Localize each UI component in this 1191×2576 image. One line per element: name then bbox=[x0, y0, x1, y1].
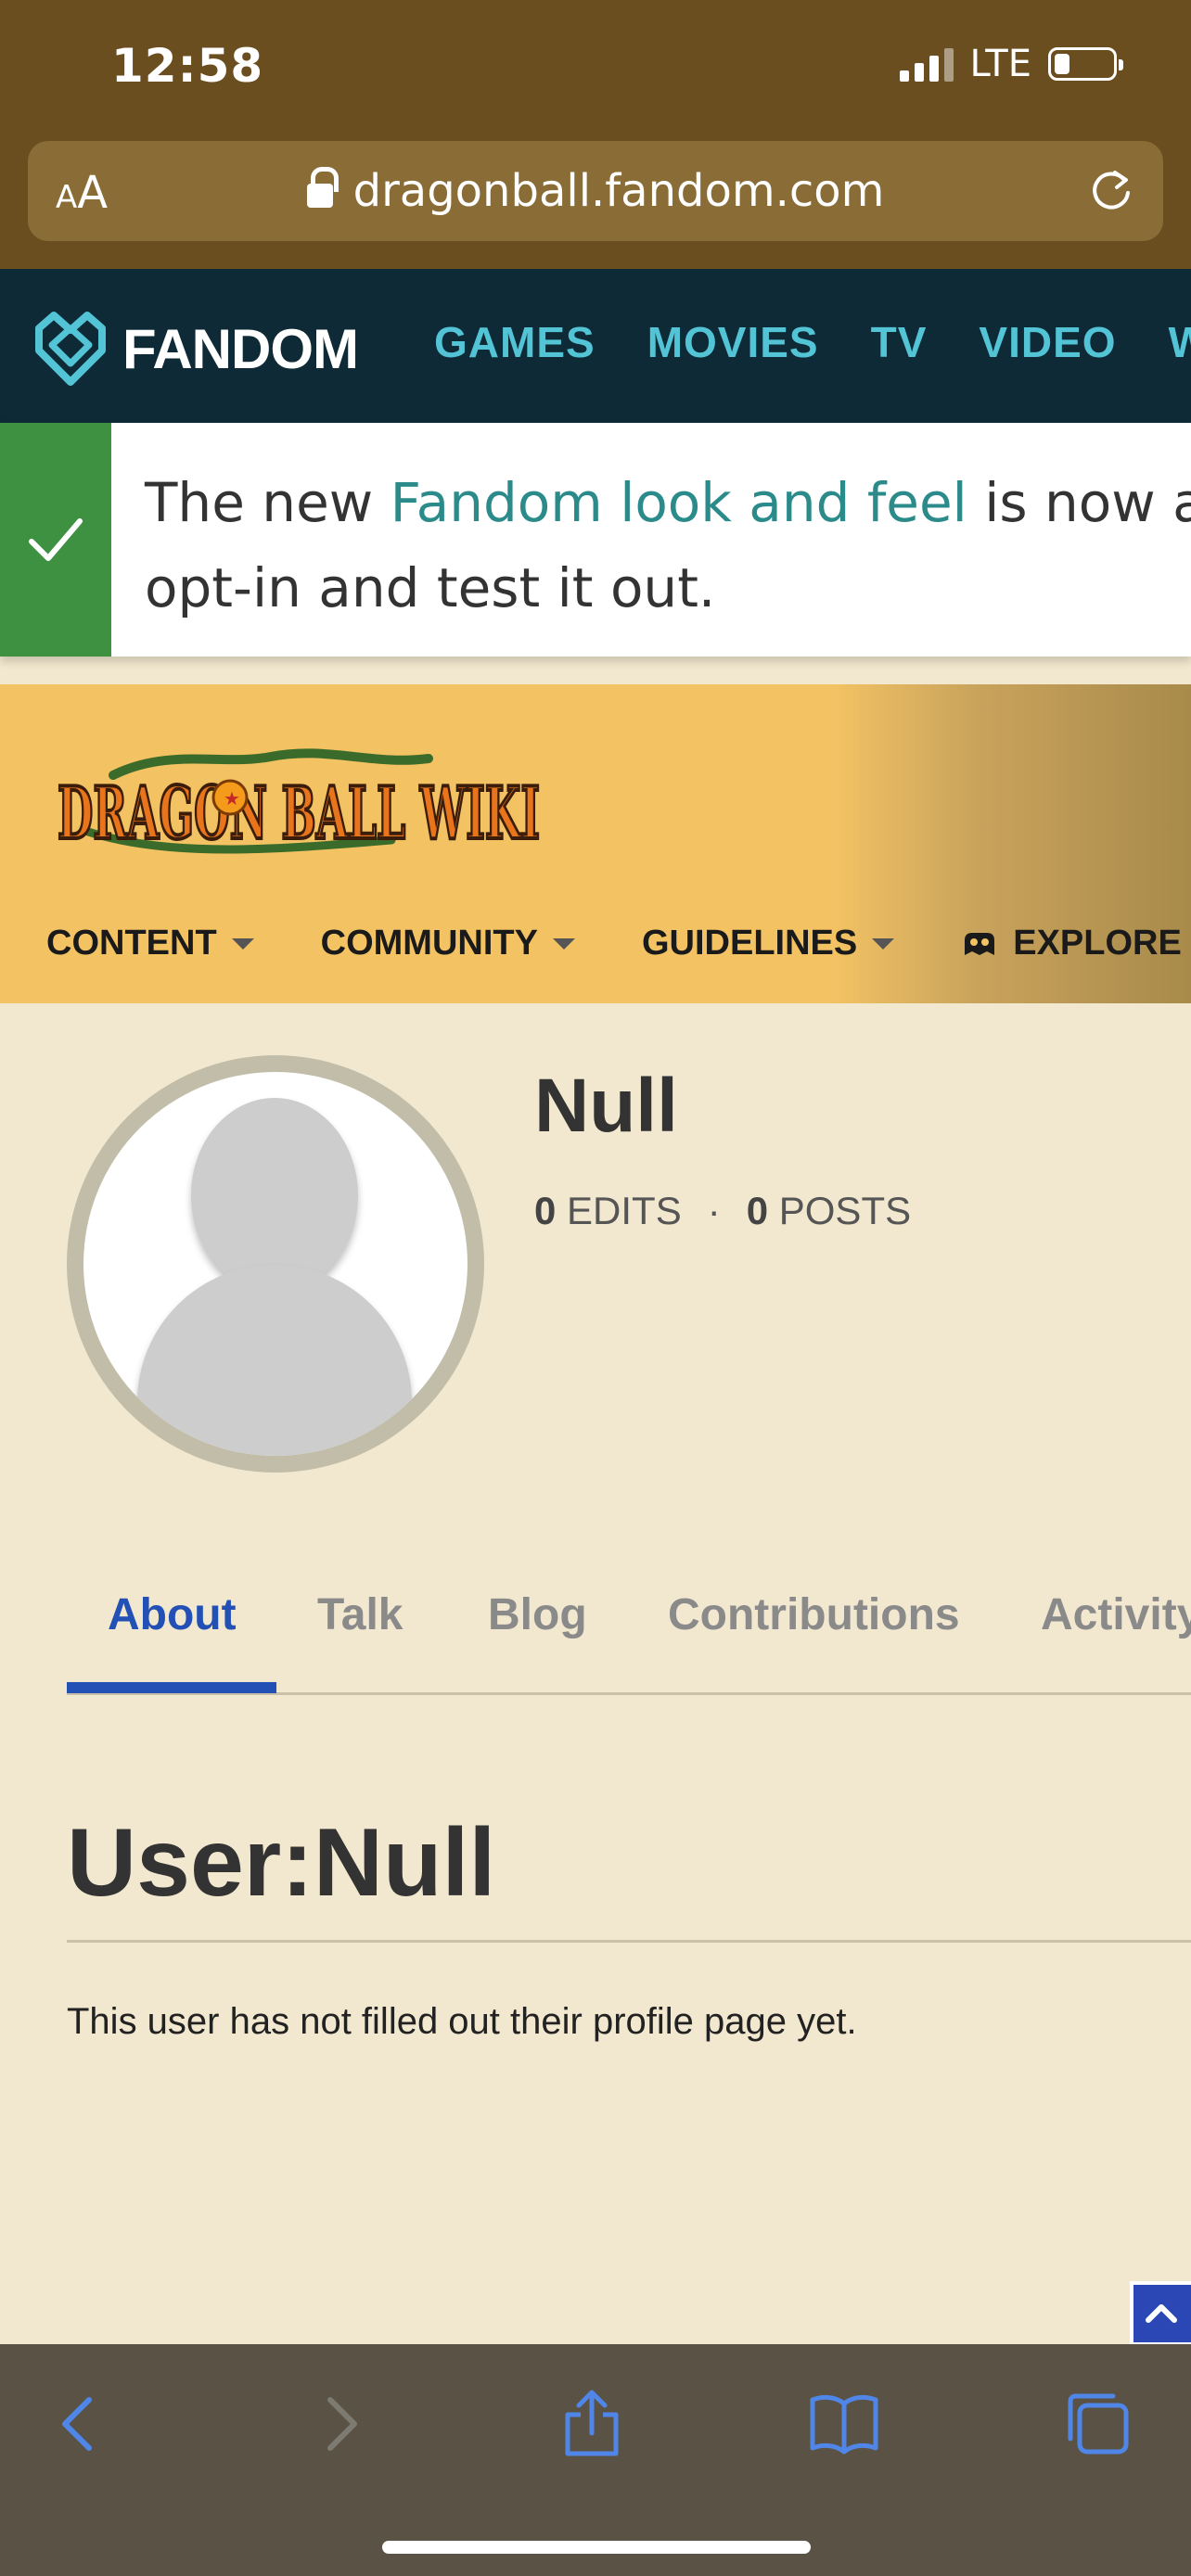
home-indicator bbox=[382, 2541, 811, 2554]
active-tab-indicator bbox=[67, 1682, 276, 1693]
network-label: LTE bbox=[969, 43, 1031, 85]
banner-status bbox=[0, 423, 111, 657]
tab-blog[interactable]: Blog bbox=[488, 1589, 587, 1640]
fandom-wordmark: FANDOM bbox=[122, 317, 359, 380]
new-look-banner: The new Fandom look and feel is now av o… bbox=[0, 423, 1191, 657]
nav-tv[interactable]: TV bbox=[871, 317, 928, 367]
profile-stats: 0 EDITS · 0 POSTS bbox=[534, 1189, 911, 1233]
tabs-icon[interactable] bbox=[1061, 2387, 1135, 2461]
address-bar[interactable]: AA dragonball.fandom.com bbox=[28, 141, 1163, 241]
edits-count[interactable]: 0 EDITS bbox=[534, 1189, 682, 1233]
default-avatar-icon bbox=[83, 1072, 467, 1456]
bookmarks-icon[interactable] bbox=[807, 2387, 881, 2461]
tab-contributions[interactable]: Contributions bbox=[668, 1589, 960, 1640]
avatar bbox=[67, 1055, 484, 1473]
url-text: dragonball.fandom.com bbox=[352, 165, 885, 217]
posts-count[interactable]: 0 POSTS bbox=[747, 1189, 911, 1233]
nav-wiki[interactable]: W bbox=[1169, 317, 1191, 367]
nav-games[interactable]: GAMES bbox=[434, 317, 596, 367]
wiki-local-nav: CONTENT COMMUNITY GUIDELINES EXPLORE bbox=[46, 924, 1191, 963]
menu-guidelines[interactable]: GUIDELINES bbox=[642, 924, 895, 963]
banner-link[interactable]: Fandom look and feel bbox=[391, 471, 967, 534]
page-body-text: This user has not filled out their profi… bbox=[67, 2001, 857, 2042]
checkmark-icon bbox=[29, 518, 83, 561]
menu-community[interactable]: COMMUNITY bbox=[321, 924, 575, 963]
nav-movies[interactable]: MOVIES bbox=[647, 317, 819, 367]
fandom-logo[interactable]: FANDOM bbox=[32, 310, 359, 388]
lock-icon bbox=[306, 167, 339, 208]
menu-explore[interactable]: EXPLORE bbox=[961, 924, 1191, 963]
signal-icon bbox=[899, 46, 954, 82]
page-title: User:Null bbox=[67, 1809, 496, 1917]
banner-message: The new Fandom look and feel is now av o… bbox=[145, 471, 1191, 619]
status-indicators: LTE bbox=[899, 43, 1123, 85]
wiki-header: DRAGON BALL WIKI ★ CONTENT COMMUNITY GUI… bbox=[0, 684, 1191, 1003]
tab-about[interactable]: About bbox=[108, 1589, 237, 1640]
back-icon[interactable] bbox=[43, 2387, 117, 2461]
battery-icon bbox=[1048, 47, 1123, 81]
url-field[interactable]: dragonball.fandom.com bbox=[28, 165, 1163, 217]
svg-text:★: ★ bbox=[224, 789, 240, 810]
nav-video[interactable]: VIDEO bbox=[979, 317, 1116, 367]
tab-activity[interactable]: Activity bbox=[1041, 1589, 1191, 1640]
browser-top-chrome: 12:58 LTE AA dragonball.fandom.com bbox=[0, 0, 1191, 269]
share-icon[interactable] bbox=[555, 2387, 629, 2461]
fandom-global-nav: FANDOM GAMES MOVIES TV VIDEO W bbox=[0, 269, 1191, 423]
stats-separator: · bbox=[707, 1189, 721, 1232]
scroll-to-top-button[interactable] bbox=[1130, 2281, 1191, 2346]
svg-text:DRAGON BALL WIKI: DRAGON BALL WIKI bbox=[58, 772, 540, 856]
chevron-down-icon bbox=[231, 937, 254, 950]
reload-icon[interactable] bbox=[1087, 167, 1135, 215]
chevron-down-icon bbox=[872, 937, 895, 950]
tab-talk[interactable]: Talk bbox=[317, 1589, 403, 1640]
profile-tabs: About Talk Blog Contributions Activity bbox=[67, 1589, 1191, 1695]
title-divider bbox=[67, 1940, 1191, 1943]
forward-icon[interactable] bbox=[302, 2387, 377, 2461]
fandom-nav-links: GAMES MOVIES TV VIDEO W bbox=[434, 317, 1191, 367]
chevron-up-icon bbox=[1146, 2304, 1177, 2323]
wiki-logo[interactable]: DRAGON BALL WIKI ★ bbox=[58, 738, 540, 868]
menu-content[interactable]: CONTENT bbox=[46, 924, 254, 963]
status-time: 12:58 bbox=[111, 39, 264, 93]
chevron-down-icon bbox=[552, 937, 575, 950]
fandom-heart-icon bbox=[35, 312, 106, 386]
profile-username: Null bbox=[534, 1064, 678, 1148]
explore-icon bbox=[965, 932, 995, 955]
